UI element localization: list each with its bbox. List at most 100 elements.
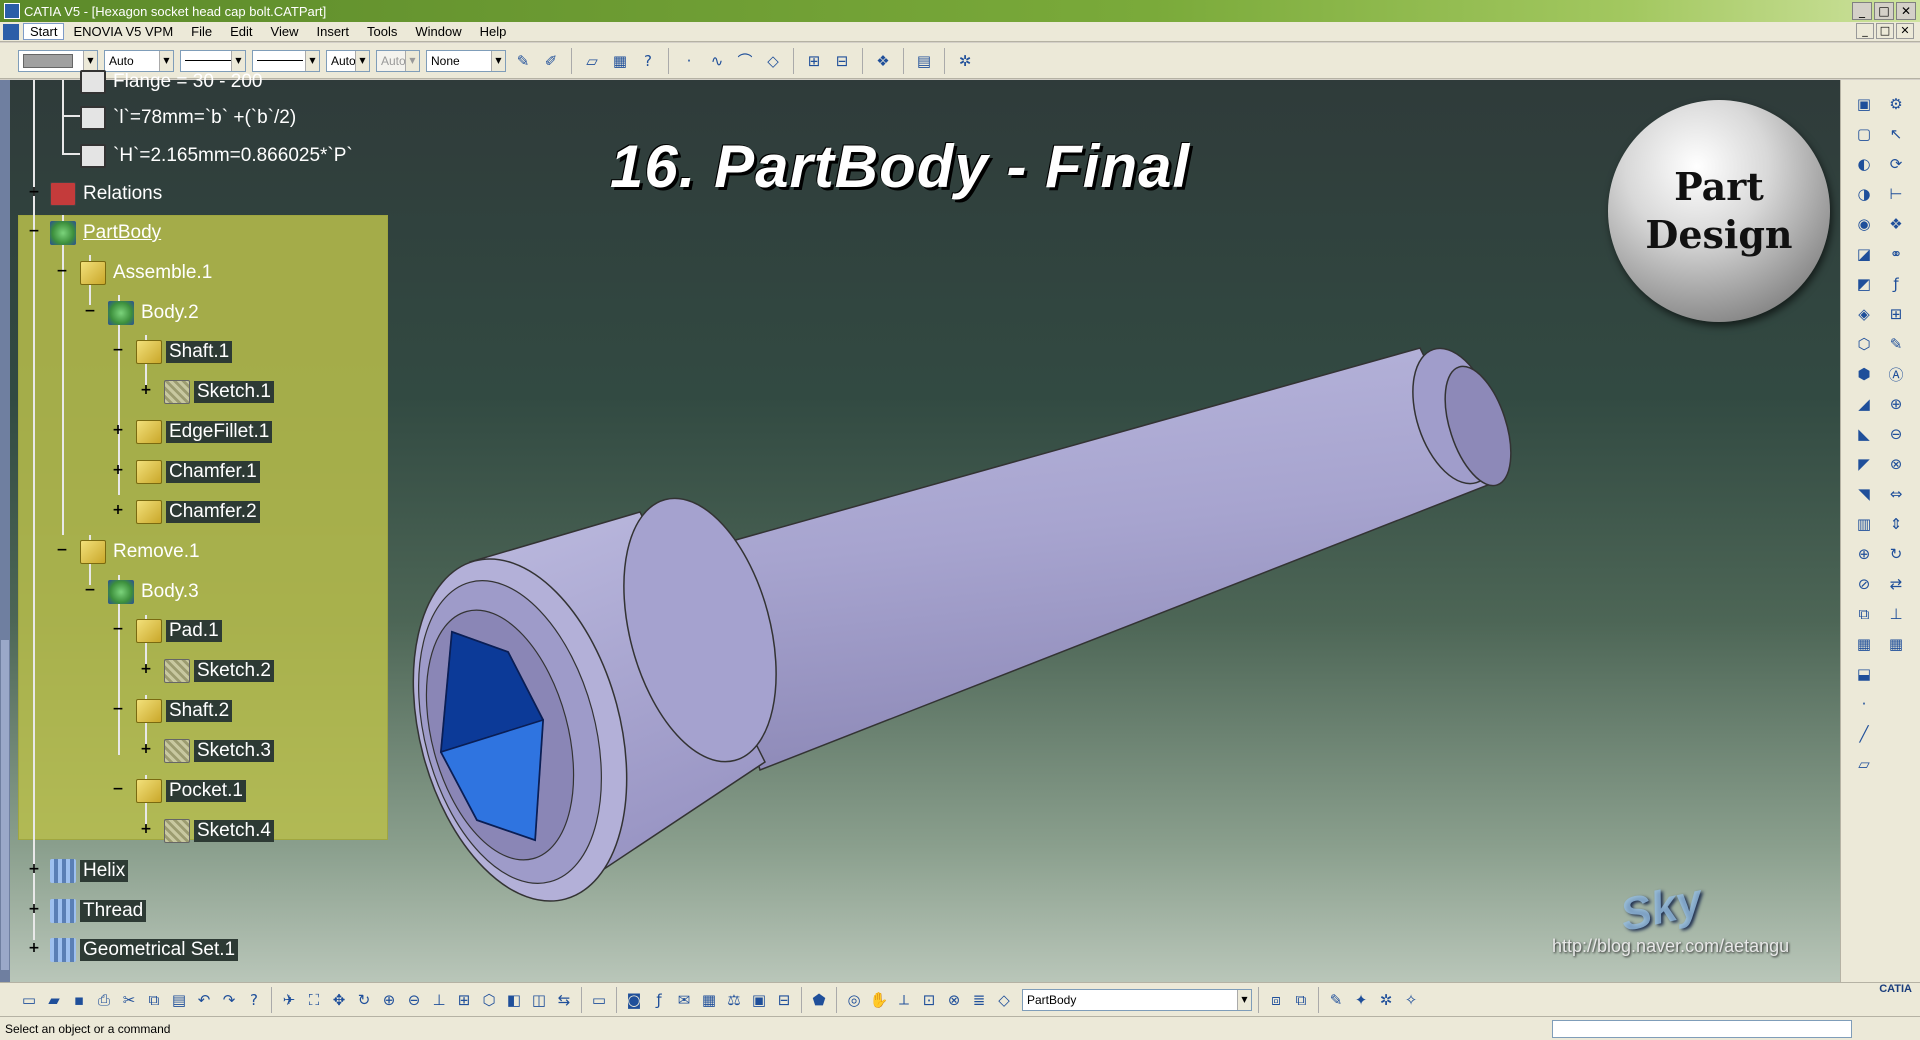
cut-icon[interactable]: ✂ bbox=[118, 989, 140, 1011]
minimize-button[interactable]: _ bbox=[1852, 2, 1872, 20]
analysis-icon[interactable]: ✲ bbox=[954, 50, 976, 72]
groove-tool-icon[interactable]: ◑ bbox=[1853, 182, 1875, 206]
zoom-out-icon[interactable]: ⊖ bbox=[403, 989, 425, 1011]
edge-fillet-tool-icon[interactable]: ◢ bbox=[1853, 392, 1875, 416]
copy-icon[interactable]: ⧉ bbox=[143, 989, 165, 1011]
formula-icon[interactable]: ƒ bbox=[1885, 272, 1907, 296]
iso-view-icon[interactable]: ⬡ bbox=[478, 989, 500, 1011]
fit-all-icon[interactable]: ⛶ bbox=[303, 989, 325, 1011]
tree-shaft1[interactable]: Shaft.1 bbox=[136, 338, 233, 366]
chamfer-tool-icon[interactable]: ◣ bbox=[1853, 422, 1875, 446]
collapse-body2-toggle[interactable]: − bbox=[84, 304, 96, 318]
axis-system-icon[interactable]: ⟂ bbox=[893, 989, 915, 1011]
draft-tool-icon[interactable]: ◤ bbox=[1853, 452, 1875, 476]
work-object-combo[interactable]: PartBody ▼ bbox=[1022, 988, 1252, 1011]
new-file-icon[interactable]: ▭ bbox=[18, 989, 40, 1011]
slot-tool-icon[interactable]: ◩ bbox=[1853, 272, 1875, 296]
brush-icon[interactable]: ✐ bbox=[540, 50, 562, 72]
measure-between-icon[interactable]: ⊞ bbox=[803, 50, 825, 72]
scan-icon[interactable]: ◎ bbox=[843, 989, 865, 1011]
hand-icon[interactable]: ✋ bbox=[868, 989, 890, 1011]
hide-show-icon[interactable]: ◫ bbox=[528, 989, 550, 1011]
annotation-icon[interactable]: ✎ bbox=[1885, 332, 1907, 356]
expand-sketch3-toggle[interactable]: + bbox=[140, 742, 152, 756]
tree-sketch2[interactable]: Sketch.2 bbox=[164, 657, 274, 685]
tree-body2[interactable]: Body.2 bbox=[108, 299, 202, 327]
pad-tool-icon[interactable]: ▣ bbox=[1853, 92, 1875, 116]
expand-sketch1-toggle[interactable]: + bbox=[140, 383, 152, 397]
collapse-body3-toggle[interactable]: − bbox=[84, 583, 96, 597]
thread-tool-icon[interactable]: ⊕ bbox=[1853, 542, 1875, 566]
binary-icon[interactable]: ⊡ bbox=[918, 989, 940, 1011]
sketcher-icon[interactable]: ▱ bbox=[581, 50, 603, 72]
tree-edgefillet[interactable]: EdgeFillet.1 bbox=[136, 418, 273, 446]
lock-icon[interactable]: ▣ bbox=[748, 989, 770, 1011]
select-arrow-icon[interactable]: ↖ bbox=[1885, 122, 1907, 146]
expand-thread-toggle[interactable]: + bbox=[28, 902, 40, 916]
expand-helix-toggle[interactable]: + bbox=[28, 862, 40, 876]
tree-shaft2[interactable]: Shaft.2 bbox=[136, 697, 233, 725]
shaft-tool-icon[interactable]: ◐ bbox=[1853, 152, 1875, 176]
design-table-icon[interactable]: ▦ bbox=[698, 989, 720, 1011]
menu-enovia[interactable]: ENOVIA V5 VPM bbox=[64, 24, 182, 39]
measure-icon[interactable]: ⊞ bbox=[1885, 302, 1907, 326]
undo-icon[interactable]: ↶ bbox=[193, 989, 215, 1011]
collapse-pocket1-toggle[interactable]: − bbox=[112, 782, 124, 796]
rotate-view-icon[interactable]: ↻ bbox=[353, 989, 375, 1011]
tree-remove[interactable]: Remove.1 bbox=[80, 538, 203, 566]
boolean-icon[interactable]: ⊗ bbox=[943, 989, 965, 1011]
axis-icon[interactable]: ⊥ bbox=[1885, 602, 1907, 626]
display-icon[interactable]: ✧ bbox=[1400, 989, 1422, 1011]
3d-text-icon[interactable]: Ⓐ bbox=[1885, 362, 1907, 386]
tree-sketch3[interactable]: Sketch.3 bbox=[164, 737, 274, 765]
tree-relations[interactable]: Relations bbox=[50, 180, 165, 208]
save-icon[interactable]: ▪ bbox=[68, 989, 90, 1011]
whats-this-icon[interactable]: ? bbox=[243, 989, 265, 1011]
grid-icon[interactable]: ▦ bbox=[1885, 632, 1907, 656]
collapse-shaft1-toggle[interactable]: − bbox=[112, 343, 124, 357]
split-tool-icon[interactable]: ⊘ bbox=[1853, 572, 1875, 596]
tree-pocket1[interactable]: Pocket.1 bbox=[136, 777, 246, 805]
mirror-tool-icon[interactable]: ⧉ bbox=[1853, 602, 1875, 626]
zoom-in-icon[interactable]: ⊕ bbox=[378, 989, 400, 1011]
constraint-icon[interactable]: ⊢ bbox=[1885, 182, 1907, 206]
menu-help[interactable]: Help bbox=[471, 24, 516, 39]
render-icon[interactable]: ✦ bbox=[1350, 989, 1372, 1011]
collapse-partbody-toggle[interactable]: − bbox=[28, 224, 40, 238]
tree-chamfer1[interactable]: Chamfer.1 bbox=[136, 458, 260, 486]
symmetry-icon[interactable]: ⇄ bbox=[1885, 572, 1907, 596]
stack-icon[interactable]: ≣ bbox=[968, 989, 990, 1011]
tree-geometrical-set[interactable]: Geometrical Set.1 bbox=[50, 936, 239, 964]
measure-item-icon[interactable]: ⊟ bbox=[831, 50, 853, 72]
scaling-tool-icon[interactable]: ⬓ bbox=[1853, 662, 1875, 686]
hole-tool-icon[interactable]: ◉ bbox=[1853, 212, 1875, 236]
boolean-intersect-icon[interactable]: ⊗ bbox=[1885, 452, 1907, 476]
insert-body-icon[interactable]: ⬟ bbox=[808, 989, 830, 1011]
paste-icon[interactable]: ▤ bbox=[168, 989, 190, 1011]
library-icon[interactable]: ⧉ bbox=[1290, 989, 1312, 1011]
print-icon[interactable]: ⎙ bbox=[93, 989, 115, 1011]
expand-sketch4-toggle[interactable]: + bbox=[140, 822, 152, 836]
formula-icon[interactable]: ƒ bbox=[648, 989, 670, 1011]
open-folder-icon[interactable]: ▰ bbox=[43, 989, 65, 1011]
close-button[interactable]: ✕ bbox=[1896, 2, 1916, 20]
maximize-button[interactable]: □ bbox=[1874, 2, 1894, 20]
environment-icon[interactable]: ✲ bbox=[1375, 989, 1397, 1011]
tree-assemble[interactable]: Assemble.1 bbox=[80, 259, 215, 287]
boolean-add-icon[interactable]: ⊕ bbox=[1885, 392, 1907, 416]
whats-this-icon[interactable]: ? bbox=[637, 50, 659, 72]
update-icon[interactable]: ⟳ bbox=[1885, 152, 1907, 176]
filter-combo[interactable]: None ▼ bbox=[426, 49, 506, 72]
positioned-sketch-icon[interactable]: ▦ bbox=[609, 50, 631, 72]
comment-icon[interactable]: ✉ bbox=[673, 989, 695, 1011]
stiffener-tool-icon[interactable]: ◈ bbox=[1853, 302, 1875, 326]
law-icon[interactable]: ⚖ bbox=[723, 989, 745, 1011]
spline-icon[interactable]: ∿ bbox=[706, 50, 728, 72]
tree-param-h[interactable]: `H`=2.165mm=0.866025*`P` bbox=[80, 142, 356, 170]
expand-edgefillet-toggle[interactable]: + bbox=[112, 423, 124, 437]
doc-close-button[interactable]: ✕ bbox=[1896, 23, 1914, 39]
collapse-pad1-toggle[interactable]: − bbox=[112, 622, 124, 636]
point-icon[interactable]: · bbox=[678, 50, 700, 72]
options-icon[interactable]: ⚙ bbox=[1885, 92, 1907, 116]
expand-relations-toggle[interactable]: + bbox=[28, 185, 40, 199]
